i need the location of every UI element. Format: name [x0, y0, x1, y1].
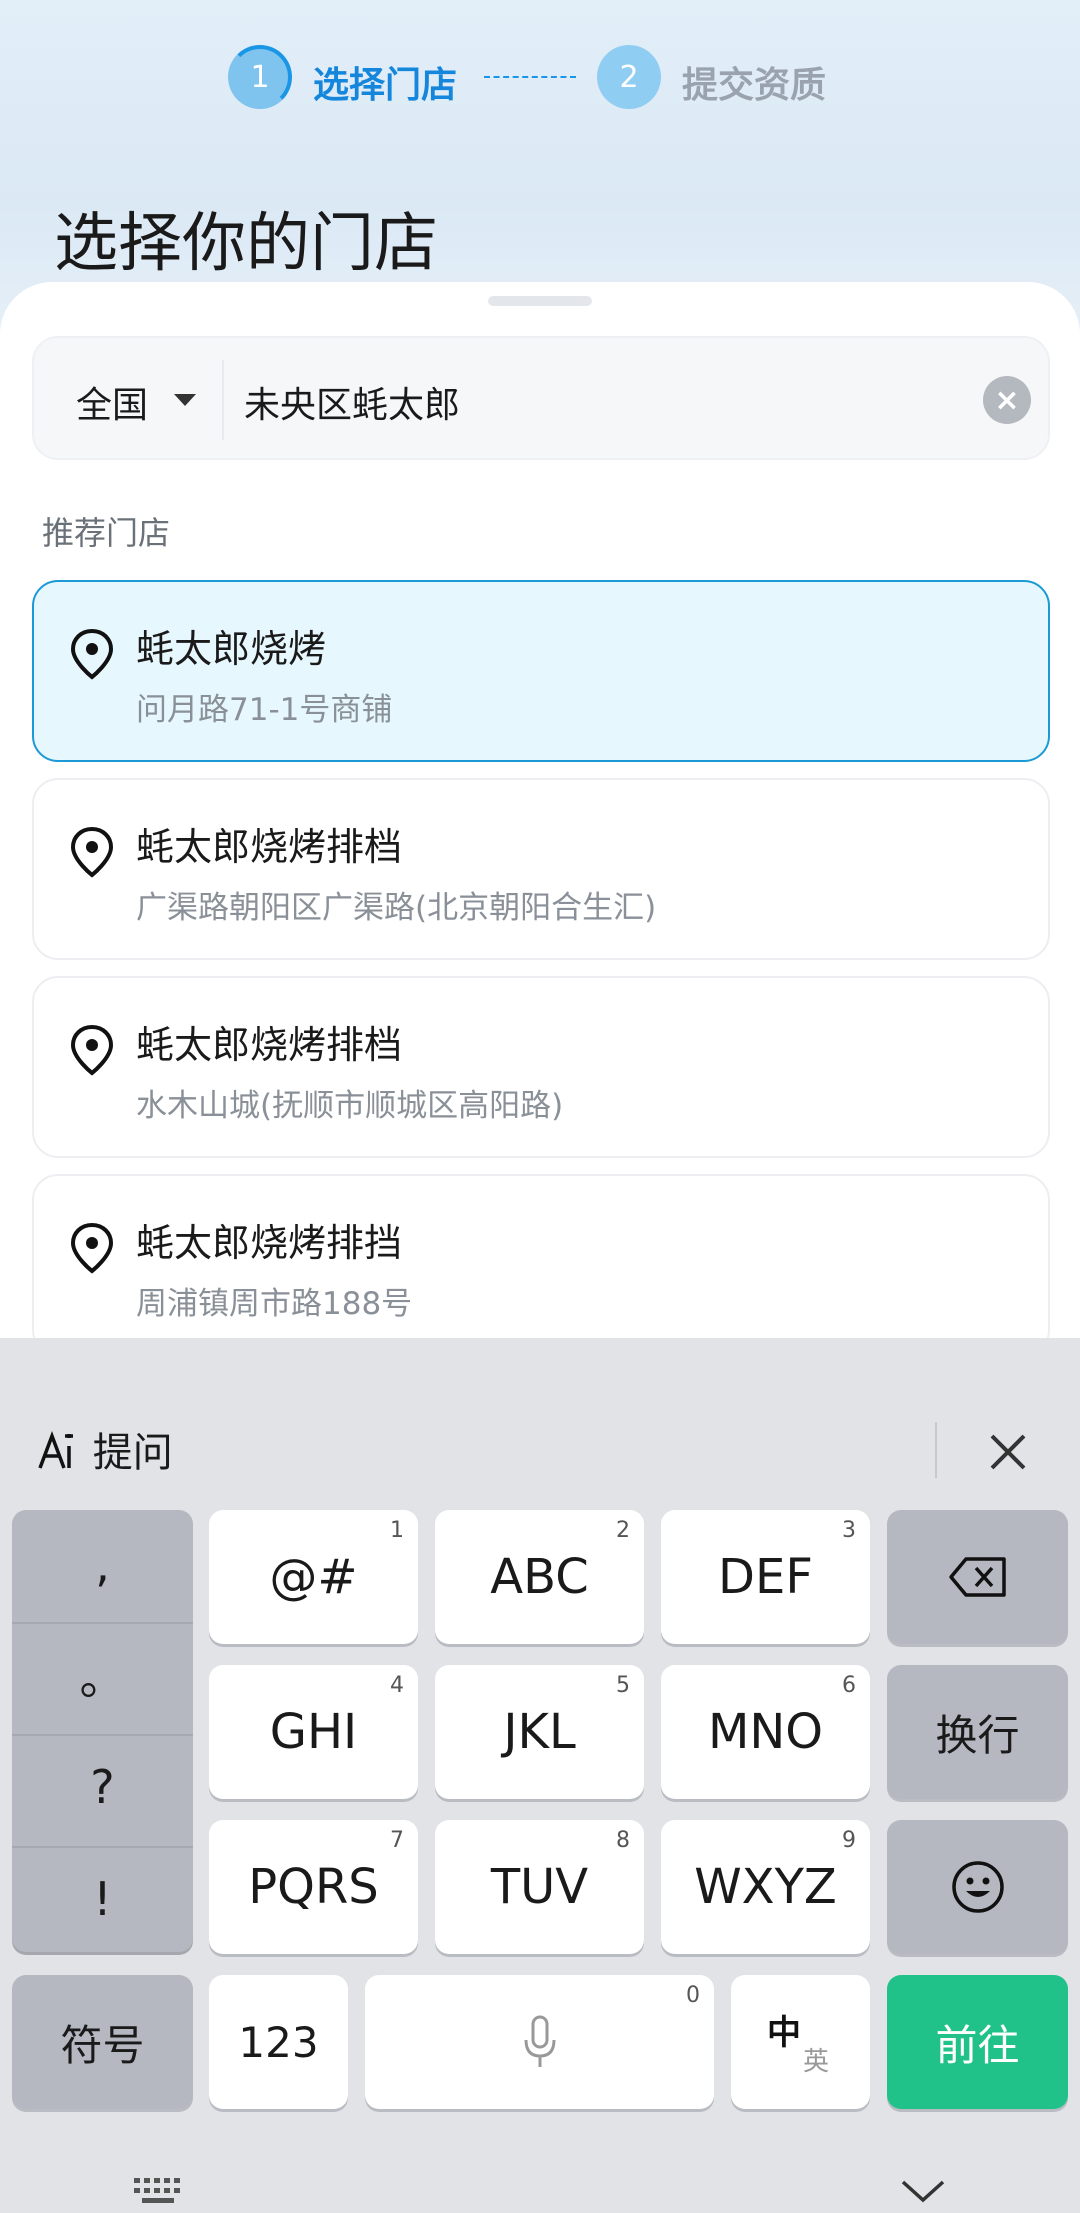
step1-indicator: 1 — [228, 45, 292, 109]
store-name: 蚝太郎烧烤排档 — [136, 1023, 403, 1067]
key-label: WXYZ — [694, 1859, 837, 1915]
key-number: 0 — [686, 1983, 700, 2008]
key-number: 8 — [616, 1828, 630, 1853]
ai-ask-button[interactable]: 提问 — [36, 1420, 173, 1478]
key-3[interactable]: DEF 3 — [661, 1510, 870, 1644]
clear-icon[interactable]: × — [983, 376, 1031, 424]
store-address: 广渠路朝阳区广渠路(北京朝阳合生汇) — [136, 890, 657, 926]
punct-exclaim-key[interactable]: ! — [12, 1844, 193, 1954]
key-9[interactable]: WXYZ 9 — [661, 1820, 870, 1954]
section-label: 推荐门店 — [42, 514, 171, 552]
store-name: 蚝太郎烧烤排档 — [136, 825, 403, 869]
chevron-down-icon[interactable] — [900, 2178, 946, 2204]
keyboard-switch-icon[interactable] — [132, 2176, 184, 2206]
key-6[interactable]: MNO 6 — [661, 1665, 870, 1799]
punct-comma-key[interactable]: , — [12, 1510, 193, 1620]
search-input[interactable]: 未央区蚝太郎 — [244, 376, 460, 428]
step1-number: 1 — [250, 59, 270, 95]
key-label: PQRS — [248, 1859, 379, 1915]
key-1[interactable]: @# 1 — [209, 1510, 418, 1644]
key-number: 2 — [616, 1518, 630, 1543]
emoji-icon — [951, 1861, 1004, 1913]
lang-sub-label: 英 — [803, 2047, 830, 2077]
punctuation-column: , 。 ? ! — [12, 1510, 193, 1952]
store-card[interactable]: 蚝太郎烧烤排挡 周浦镇周市路188号 — [32, 1174, 1050, 1356]
location-pin-icon — [70, 628, 114, 680]
location-pin-icon — [70, 1222, 114, 1274]
punct-question-key[interactable]: ? — [12, 1732, 193, 1842]
keyboard: 提问 , 。 ? ! @# 1 ABC 2 DEF 3 GHI 4 JKL 5 MNO 6 … — [0, 1338, 1080, 2213]
backspace-key[interactable] — [887, 1510, 1068, 1644]
key-4[interactable]: GHI 4 — [209, 1665, 418, 1799]
step2-label: 提交资质 — [682, 65, 827, 106]
store-name: 蚝太郎烧烤 — [136, 627, 327, 671]
key-number: 5 — [616, 1673, 630, 1698]
step2-number: 2 — [619, 59, 639, 95]
store-sheet: 全国 未央区蚝太郎 × 推荐门店 蚝太郎烧烤 问月路71-1号商铺 蚝太郎烧烤排… — [0, 282, 1080, 1356]
keyboard-toolbar: 提问 — [0, 1338, 1080, 1508]
key-label: GHI — [269, 1704, 358, 1760]
caret-down-icon[interactable] — [174, 394, 196, 406]
key-number: 7 — [390, 1828, 404, 1853]
toolbar-divider — [935, 1422, 937, 1478]
microphone-icon — [524, 2015, 555, 2067]
store-card[interactable]: 蚝太郎烧烤排档 广渠路朝阳区广渠路(北京朝阳合生汇) — [32, 778, 1050, 960]
step-connector — [484, 76, 576, 78]
store-name: 蚝太郎烧烤排挡 — [136, 1221, 403, 1265]
ai-ask-label: 提问 — [92, 1430, 173, 1476]
close-icon[interactable] — [988, 1432, 1028, 1472]
store-card[interactable]: 蚝太郎烧烤排档 水木山城(抚顺市顺城区高阳路) — [32, 976, 1050, 1158]
step1-label: 选择门店 — [313, 65, 458, 106]
step2-indicator: 2 — [597, 45, 661, 109]
store-address: 周浦镇周市路188号 — [136, 1286, 413, 1322]
drag-handle[interactable] — [488, 296, 592, 306]
newline-key[interactable]: 换行 — [887, 1665, 1068, 1799]
region-selector[interactable]: 全国 — [76, 376, 148, 428]
lang-main-label: 中 — [767, 2013, 801, 2053]
key-5[interactable]: JKL 5 — [435, 1665, 644, 1799]
search-box: 全国 未央区蚝太郎 × — [32, 336, 1050, 460]
key-label: ABC — [490, 1549, 589, 1605]
key-2[interactable]: ABC 2 — [435, 1510, 644, 1644]
key-7[interactable]: PQRS 7 — [209, 1820, 418, 1954]
store-card[interactable]: 蚝太郎烧烤 问月路71-1号商铺 — [32, 580, 1050, 762]
emoji-key[interactable] — [887, 1820, 1068, 1954]
key-number: 6 — [842, 1673, 856, 1698]
store-address: 问月路71-1号商铺 — [136, 692, 393, 728]
punct-period-key[interactable]: 。 — [12, 1620, 193, 1730]
numbers-key[interactable]: 123 — [209, 1975, 348, 2109]
location-pin-icon — [70, 1024, 114, 1076]
key-label: @# — [269, 1549, 358, 1605]
language-switch-key[interactable]: 中 英 — [731, 1975, 870, 2109]
backspace-icon — [948, 1557, 1006, 1597]
key-label: JKL — [503, 1704, 576, 1760]
location-pin-icon — [70, 826, 114, 878]
key-label: TUV — [490, 1859, 589, 1915]
stepper: 1 选择门店 2 提交资质 — [0, 42, 1080, 112]
key-number: 1 — [390, 1518, 404, 1543]
store-address: 水木山城(抚顺市顺城区高阳路) — [136, 1088, 564, 1124]
key-number: 4 — [390, 1673, 404, 1698]
key-label: DEF — [718, 1549, 813, 1605]
space-key[interactable]: 0 — [365, 1975, 714, 2109]
go-button[interactable]: 前往 — [887, 1975, 1068, 2109]
key-8[interactable]: TUV 8 — [435, 1820, 644, 1954]
key-number: 3 — [842, 1518, 856, 1543]
key-label: MNO — [707, 1704, 824, 1760]
search-divider — [222, 360, 224, 440]
ai-icon — [38, 1431, 73, 1469]
symbols-key[interactable]: 符号 — [12, 1975, 193, 2109]
key-number: 9 — [842, 1828, 856, 1853]
page-title: 选择你的门店 — [54, 207, 438, 281]
